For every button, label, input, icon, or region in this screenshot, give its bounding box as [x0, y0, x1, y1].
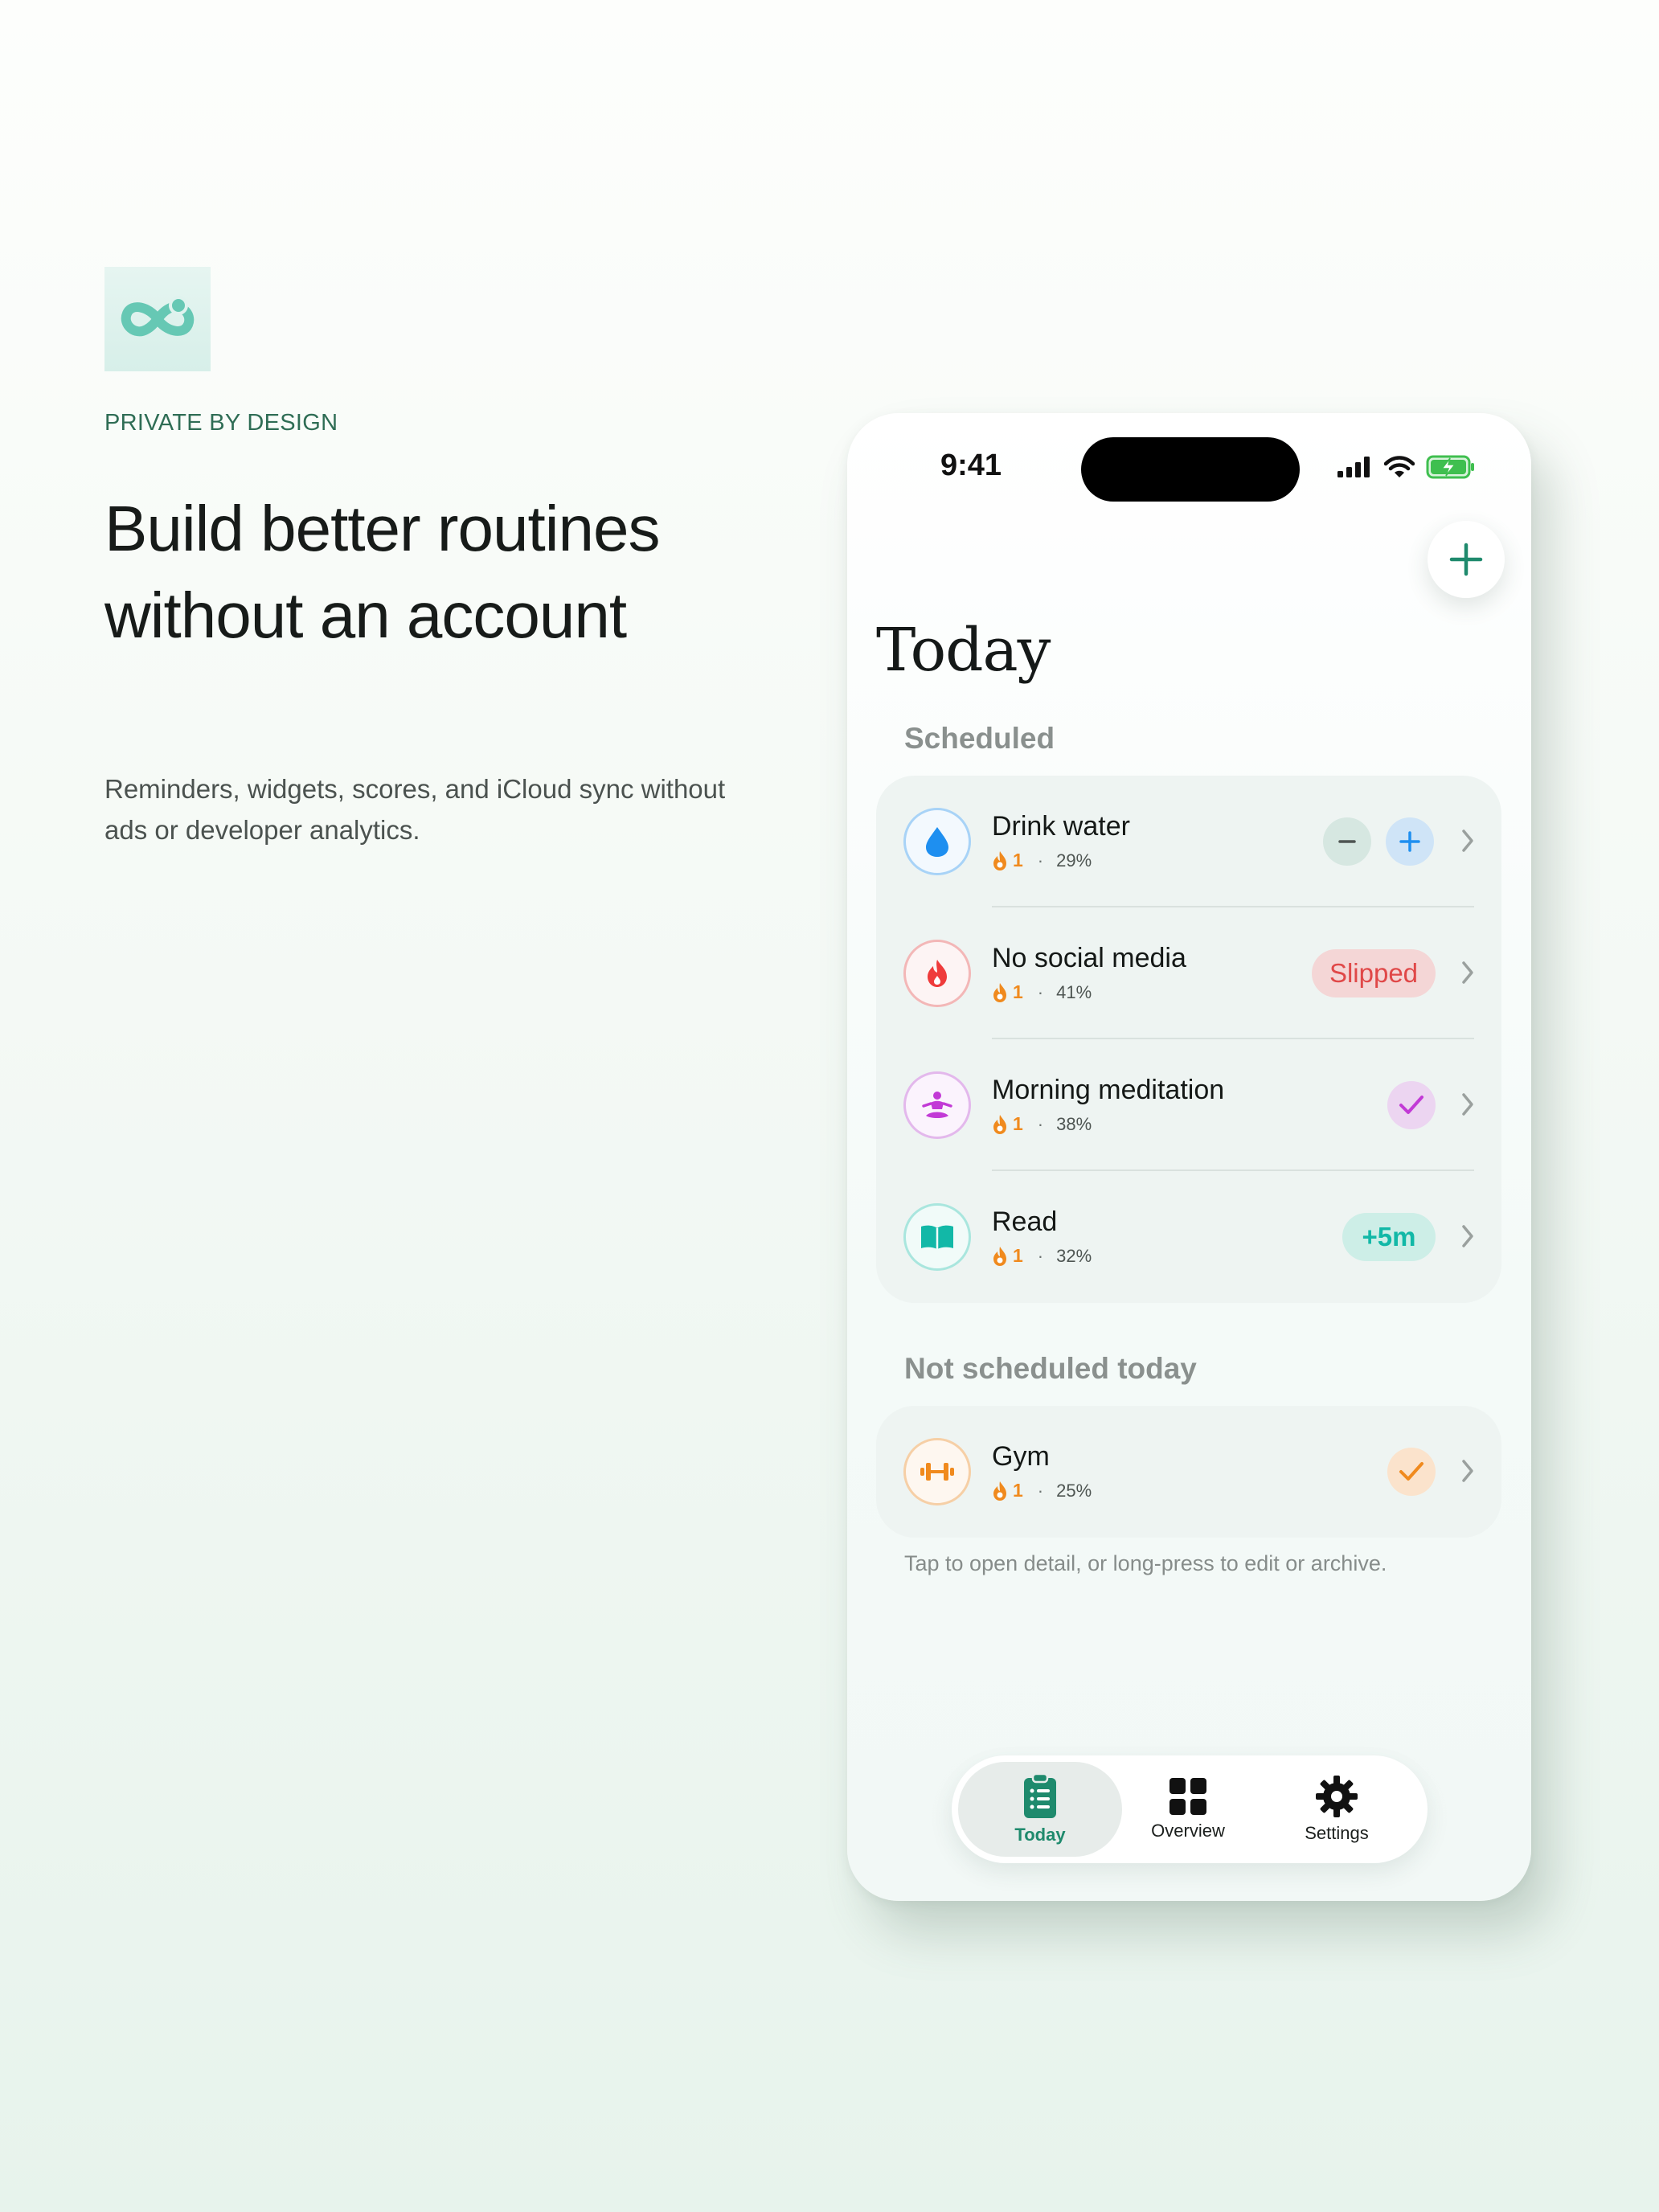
- dumbbell-icon: [903, 1438, 971, 1505]
- section-label-not-scheduled: Not scheduled today: [904, 1352, 1197, 1385]
- streak: 1: [992, 1245, 1023, 1267]
- app-logo: [104, 267, 211, 371]
- wifi-icon: [1384, 456, 1415, 477]
- increment-button[interactable]: [1386, 817, 1434, 866]
- habit-meta: 1 · 41%: [992, 981, 1092, 1003]
- hint-text: Tap to open detail, or long-press to edi…: [904, 1551, 1387, 1575]
- slipped-badge[interactable]: Slipped: [1312, 949, 1436, 997]
- checkmark-icon: [1399, 1462, 1423, 1481]
- habit-row-no-social-media[interactable]: No social media 1 · 41% Slipped: [876, 907, 1501, 1039]
- streak-count: 1: [1013, 1113, 1023, 1134]
- status-time: 9:41: [940, 449, 1002, 482]
- streak-count: 1: [1013, 1245, 1023, 1266]
- chevron-right-icon: [1462, 1093, 1473, 1116]
- section-label-scheduled: Scheduled: [904, 722, 1055, 755]
- habit-score: 38%: [1056, 1113, 1092, 1134]
- chevron-right-icon: [1462, 1460, 1473, 1482]
- add-time-button[interactable]: +5m: [1342, 1213, 1436, 1261]
- habit-name: No social media: [992, 943, 1186, 973]
- water-drop-icon: [903, 808, 971, 875]
- streak-count: 1: [1013, 1480, 1023, 1501]
- scheduled-habits-card: Drink water 1 · 29% No social media 1 · …: [876, 776, 1501, 1303]
- streak-count: 1: [1013, 981, 1023, 1002]
- clipboard-list-icon: [1024, 1773, 1056, 1818]
- plus-icon: [1399, 831, 1420, 852]
- completed-check-button[interactable]: [1387, 1081, 1436, 1129]
- add-habit-button[interactable]: [1428, 521, 1505, 598]
- meditation-icon: [903, 1071, 971, 1139]
- status-icons: [1337, 455, 1476, 479]
- habit-meta: 1 · 38%: [992, 1113, 1092, 1135]
- chevron-right-icon: [1462, 961, 1473, 984]
- completed-check-button[interactable]: [1387, 1448, 1436, 1496]
- habit-meta: 1 · 29%: [992, 850, 1092, 871]
- habit-name: Morning meditation: [992, 1075, 1225, 1105]
- streak-flame-icon: [993, 1246, 1006, 1266]
- unscheduled-habits-card: Gym 1 · 25%: [876, 1406, 1501, 1538]
- streak-flame-icon: [993, 850, 1006, 870]
- habit-name: Drink water: [992, 811, 1130, 842]
- habit-score: 32%: [1056, 1245, 1092, 1266]
- battery-charging-icon: [1426, 455, 1474, 479]
- streak-flame-icon: [993, 1114, 1006, 1134]
- streak: 1: [992, 1480, 1023, 1501]
- minus-icon: [1338, 840, 1356, 843]
- streak: 1: [992, 1113, 1023, 1135]
- flame-icon: [903, 940, 971, 1007]
- streak-flame-icon: [993, 1481, 1006, 1501]
- habit-meta: 1 · 32%: [992, 1245, 1092, 1267]
- headline-line: Build better routines: [104, 493, 661, 564]
- chevron-right-icon: [1462, 1225, 1473, 1247]
- gear-icon: [1316, 1776, 1358, 1817]
- habit-row-gym[interactable]: Gym 1 · 25%: [876, 1406, 1501, 1538]
- chevron-right-icon: [1462, 830, 1473, 852]
- tab-label: Settings: [1305, 1823, 1369, 1843]
- grid-icon: [1169, 1778, 1206, 1815]
- meta-separator: ·: [1037, 1245, 1044, 1266]
- tab-settings[interactable]: Settings: [1262, 1762, 1411, 1857]
- streak-flame-icon: [993, 982, 1006, 1002]
- tab-label: Overview: [1151, 1821, 1225, 1841]
- habit-score: 29%: [1056, 850, 1092, 870]
- plus-icon: [1449, 543, 1483, 576]
- tab-today[interactable]: Today: [958, 1762, 1122, 1857]
- meta-separator: ·: [1037, 1480, 1044, 1501]
- decrement-button[interactable]: [1323, 817, 1371, 866]
- eyebrow-label: PRIVATE BY DESIGN: [104, 410, 338, 436]
- streak: 1: [992, 850, 1023, 871]
- habit-row-drink-water[interactable]: Drink water 1 · 29%: [876, 776, 1501, 907]
- book-icon: [903, 1203, 971, 1271]
- habit-meta: 1 · 25%: [992, 1480, 1092, 1501]
- tab-overview[interactable]: Overview: [1122, 1762, 1254, 1857]
- habit-name: Read: [992, 1206, 1058, 1237]
- tab-bar: Today Overview Settings: [952, 1755, 1428, 1863]
- meta-separator: ·: [1037, 981, 1044, 1002]
- meta-separator: ·: [1037, 850, 1044, 870]
- meta-separator: ·: [1037, 1113, 1044, 1134]
- page-title: Today: [876, 616, 1051, 685]
- habit-row-read[interactable]: Read 1 · 32% +5m: [876, 1171, 1501, 1303]
- habit-score: 41%: [1056, 981, 1092, 1002]
- habit-row-morning-meditation[interactable]: Morning meditation 1 · 38%: [876, 1039, 1501, 1171]
- streak-count: 1: [1013, 850, 1023, 870]
- habit-name: Gym: [992, 1441, 1050, 1472]
- subcopy: Reminders, widgets, scores, and iCloud s…: [104, 774, 726, 845]
- streak: 1: [992, 981, 1023, 1003]
- checkmark-icon: [1399, 1096, 1423, 1114]
- habit-score: 25%: [1056, 1480, 1092, 1501]
- headline: Build better routines without an account: [104, 485, 796, 659]
- tab-label: Today: [1014, 1825, 1066, 1845]
- dynamic-island: [1081, 437, 1300, 502]
- headline-line: without an account: [104, 580, 627, 651]
- phone-mockup: 9:41 Today Scheduled Drink water 1 · 29%…: [847, 413, 1531, 1901]
- signal-icon: [1337, 457, 1370, 477]
- infinity-logo-icon: [121, 296, 195, 337]
